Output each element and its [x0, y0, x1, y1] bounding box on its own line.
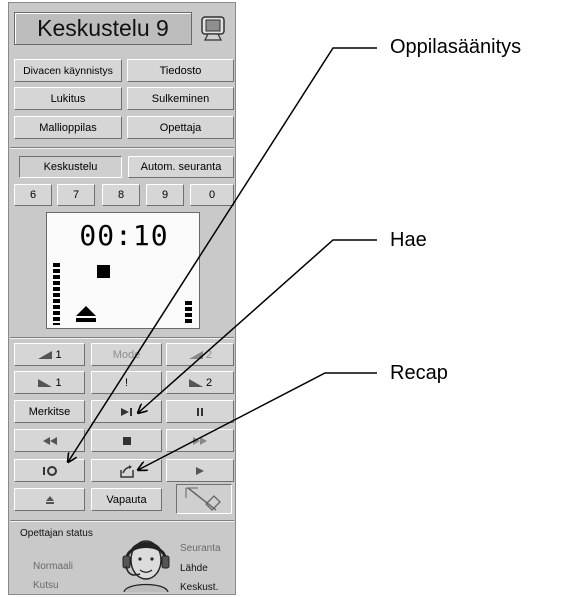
callout-fetch: Hae	[390, 229, 427, 251]
callout-recap: Recap	[390, 362, 448, 384]
callout-arrows	[0, 47, 377, 597]
callout-student-recording: Oppilasäänitys	[390, 36, 522, 58]
